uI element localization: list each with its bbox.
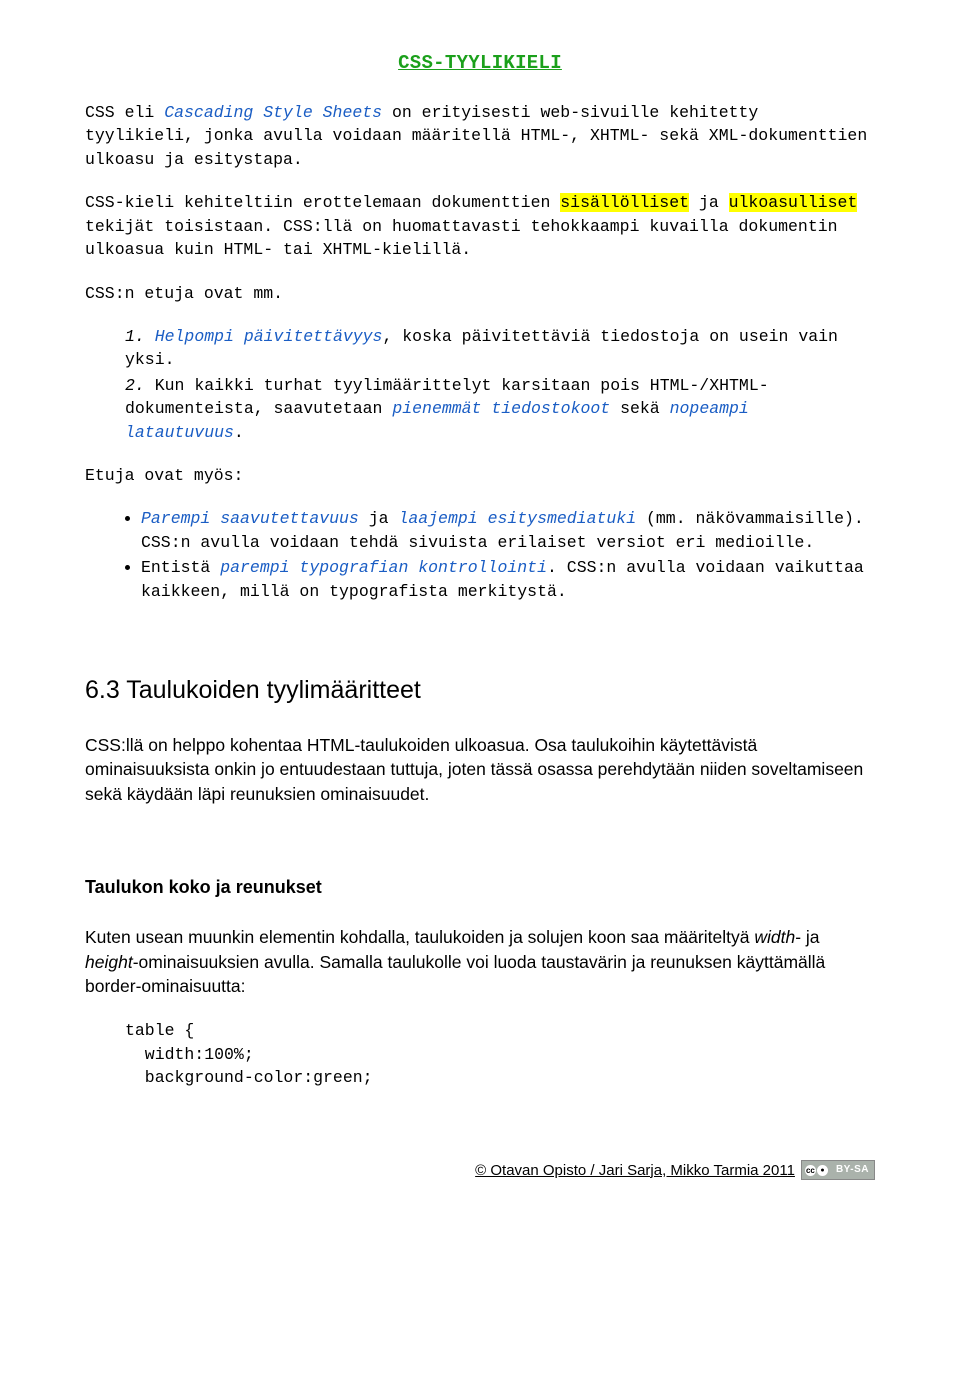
cc-license-badge: cc ● BY-SA	[801, 1160, 875, 1180]
heading-taulukon-koko: Taulukon koko ja reunukset	[85, 875, 875, 901]
cc-icon: cc	[805, 1165, 816, 1176]
term: Parempi saavutettavuus	[141, 509, 359, 528]
cc-badge-left: cc ●	[802, 1161, 831, 1179]
highlight-sisallolliset: sisällölliset	[560, 193, 689, 212]
list-item: 1. Helpompi päivitettävyys, koska päivit…	[125, 325, 875, 372]
text: - ja	[795, 927, 819, 947]
cc-by-icon: ●	[817, 1165, 828, 1176]
document-title: CSS-TYYLIKIELI	[85, 50, 875, 77]
paragraph-2: CSS-kieli kehiteltiin erottelemaan dokum…	[85, 191, 875, 261]
page-footer: © Otavan Opisto / Jari Sarja, Mikko Tarm…	[85, 1160, 875, 1181]
list-item: Entistä parempi typografian kontrolloint…	[141, 556, 875, 603]
paragraph-4: Etuja ovat myös:	[85, 464, 875, 487]
list-number: 2.	[125, 376, 145, 395]
cc-badge-right: BY-SA	[831, 1161, 874, 1179]
text: Entistä	[141, 558, 220, 577]
text: CSS-kieli kehiteltiin erottelemaan dokum…	[85, 193, 560, 212]
paragraph-3: CSS:n etuja ovat mm.	[85, 282, 875, 305]
list-item: 2. Kun kaikki turhat tyylimäärittelyt ka…	[125, 374, 875, 444]
list-item: Parempi saavutettavuus ja laajempi esity…	[141, 507, 875, 554]
paragraph-5: CSS:llä on helppo kohentaa HTML-taulukoi…	[85, 733, 875, 808]
term: laajempi esitysmediatuki	[398, 509, 636, 528]
heading-section-6-3: 6.3 Taulukoiden tyylimääritteet	[85, 673, 875, 709]
term: parempi typografian kontrollointi	[220, 558, 547, 577]
text: tekijät toisistaan. CSS:llä on huomattav…	[85, 217, 838, 259]
bullet-list-advantages: Parempi saavutettavuus ja laajempi esity…	[85, 507, 875, 603]
paragraph-6: Kuten usean muunkin elementin kohdalla, …	[85, 925, 875, 1000]
text: ja	[689, 193, 729, 212]
term: pienemmät tiedostokoot	[392, 399, 610, 418]
paragraph-1: CSS eli Cascading Style Sheets on erityi…	[85, 101, 875, 171]
text: Kuten usean muunkin elementin kohdalla, …	[85, 927, 754, 947]
list-number: 1.	[125, 327, 145, 346]
text: sekä	[610, 399, 669, 418]
term-height: height	[85, 952, 133, 972]
ordered-list-advantages: 1. Helpompi päivitettävyys, koska päivit…	[85, 325, 875, 444]
term-width: width	[754, 927, 795, 947]
text: CSS eli	[85, 103, 164, 122]
term-cascading-style-sheets: Cascading Style Sheets	[164, 103, 382, 122]
code-block-table-css: table { width:100%; background-color:gre…	[125, 1019, 875, 1089]
text: ja	[359, 509, 399, 528]
highlight-ulkoasulliset: ulkoasulliset	[729, 193, 858, 212]
text: .	[234, 423, 244, 442]
text: -ominaisuuksien avulla. Samalla taulukol…	[85, 952, 825, 997]
footer-copyright: © Otavan Opisto / Jari Sarja, Mikko Tarm…	[475, 1160, 795, 1181]
term: Helpompi päivitettävyys	[155, 327, 383, 346]
